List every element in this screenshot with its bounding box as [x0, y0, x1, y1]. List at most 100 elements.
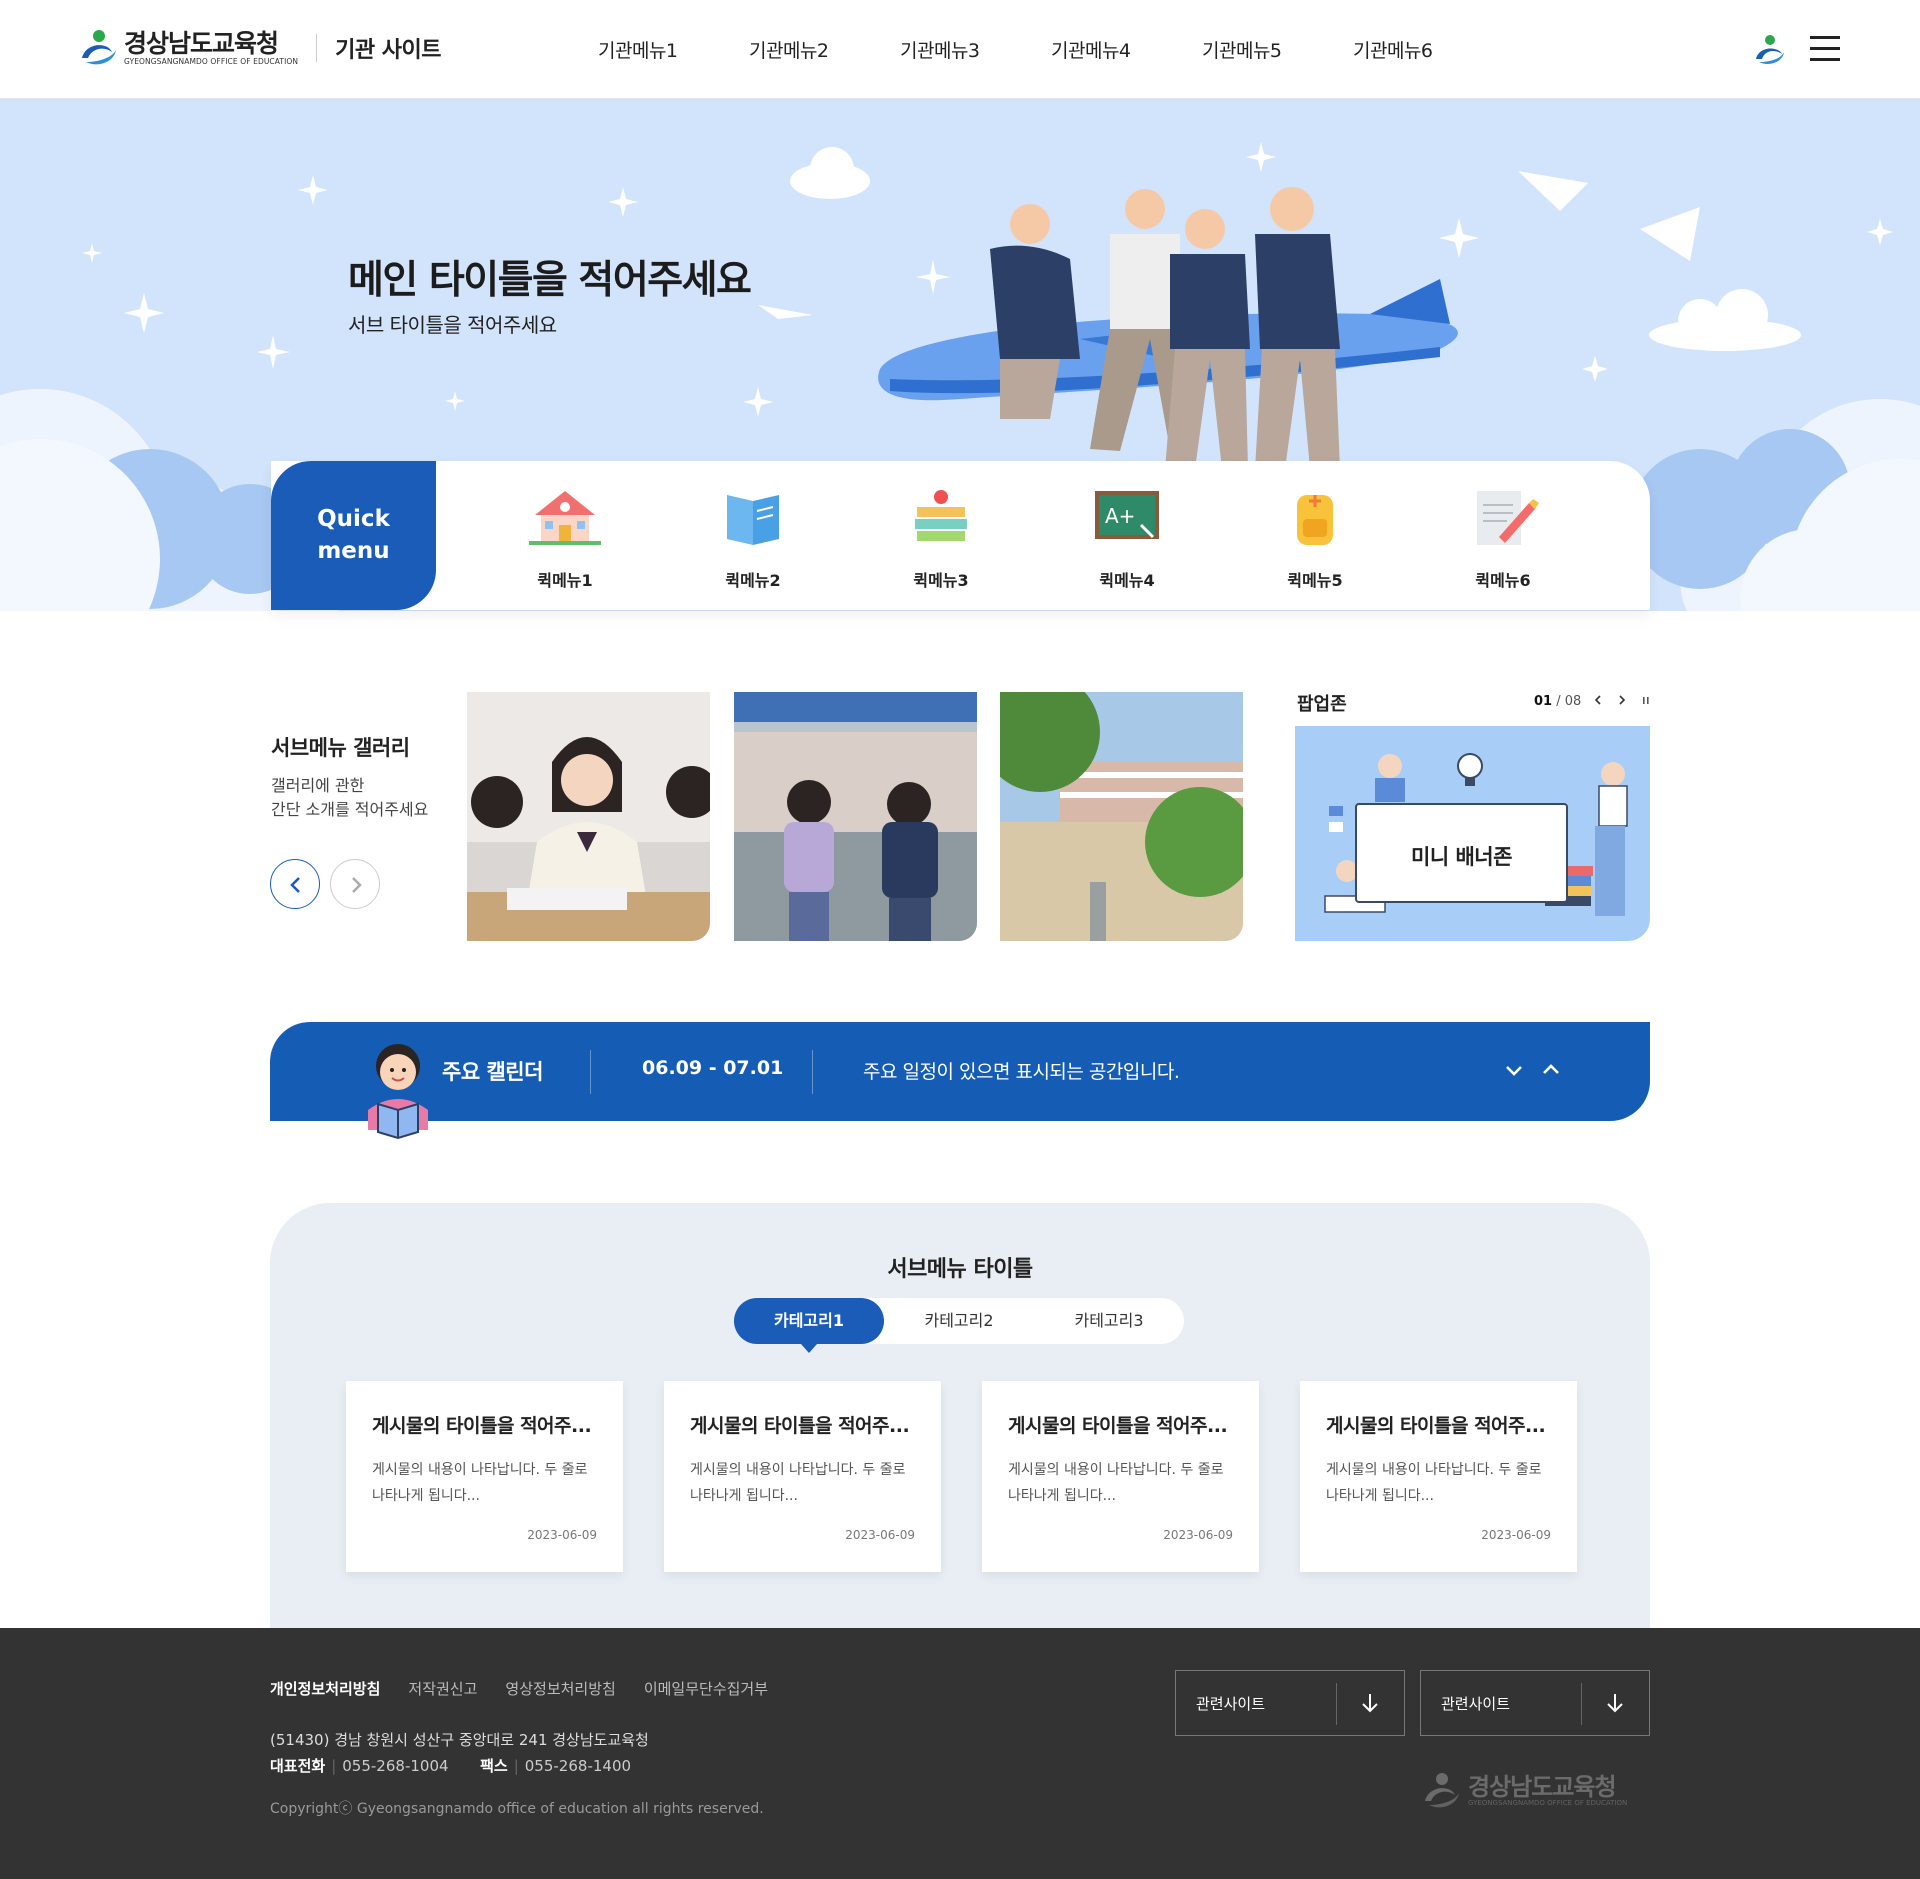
gallery-photo-3[interactable] [1000, 692, 1243, 941]
site-header: 경상남도교육청 GYEONGSANGNAMDO OFFICE OF EDUCAT… [0, 0, 1920, 99]
logo-emblem-icon [1425, 1773, 1459, 1808]
post-body-line1: 게시물의 내용이 나타납니다. 두 줄로 [690, 1462, 906, 1478]
post-body-line1: 게시물의 내용이 나타납니다. 두 줄로 [372, 1462, 588, 1478]
quick-item-1[interactable]: 퀵메뉴1 [505, 481, 625, 591]
popup-prev-button[interactable] [1591, 693, 1605, 711]
arrow-down-icon [1362, 1694, 1378, 1713]
book-icon [727, 495, 779, 545]
calendar-down-button[interactable] [1502, 1058, 1526, 1082]
hero-subtitle: 서브 타이틀을 적어주세요 [348, 313, 557, 337]
site-logo[interactable]: 경상남도교육청 GYEONGSANGNAMDO OFFICE OF EDUCAT… [78, 28, 441, 68]
fax-label: 팩스 [480, 1757, 508, 1775]
gallery-next-button[interactable] [330, 859, 380, 909]
backpack-icon [1297, 495, 1333, 545]
gallery-prev-button[interactable] [270, 859, 320, 909]
reading-student-icon [368, 1044, 428, 1140]
chevron-right-icon [352, 877, 362, 893]
nav-item-6[interactable]: 기관메뉴6 [1353, 36, 1504, 63]
tab-category-1[interactable]: 카테고리1 [734, 1298, 884, 1353]
related-site-label: 관련사이트 [1196, 1695, 1266, 1713]
related-site-select-2[interactable]: 관련사이트 [1420, 1670, 1650, 1736]
logo-text: 경상남도교육청 [124, 28, 279, 58]
post-body-line1: 게시물의 내용이 나타납니다. 두 줄로 [1008, 1462, 1224, 1478]
footer-copyright: Copyrightⓒ Gyeongsangnamdo office of edu… [270, 1801, 764, 1817]
footer-logo-subtext: GYEONGSANGNAMDO OFFICE OF EDUCATION [1468, 1799, 1628, 1807]
mini-banner-board: 미니 배너존 [1355, 803, 1568, 903]
gallery-photo-2[interactable] [734, 692, 977, 941]
gallery-photo-1[interactable] [467, 692, 710, 941]
footer-logo-text: 경상남도교육청 [1468, 1773, 1617, 1801]
post-body: 게시물의 내용이 나타납니다. 두 줄로 나타나게 됩니다... [1326, 1457, 1561, 1509]
post-card[interactable]: 게시물의 타이틀을 적어주... 게시물의 내용이 나타납니다. 두 줄로 나타… [1300, 1381, 1577, 1572]
calendar-divider [812, 1050, 813, 1094]
popup-current: 01 [1534, 694, 1553, 709]
quick-item-label: 퀵메뉴6 [1475, 571, 1531, 590]
board-title: 서브메뉴 타이틀 [887, 1257, 1033, 1282]
quick-menu: Quick menu 퀵메뉴1 퀵메뉴2 퀵메뉴3 A+ 퀵메뉴4 퀵메뉴5 퀵… [271, 461, 1650, 610]
quick-item-3[interactable]: 퀵메뉴3 [881, 481, 1001, 591]
popup-next-button[interactable] [1615, 693, 1629, 711]
nav-item-3[interactable]: 기관메뉴3 [900, 36, 1051, 63]
calendar-bar: 주요 캘린더 06.09 - 07.01 주요 일정이 있으면 표시되는 공간입… [270, 1022, 1650, 1140]
post-body: 게시물의 내용이 나타납니다. 두 줄로 나타나게 됩니다... [690, 1457, 925, 1509]
gallery-desc-line1: 갤러리에 관한 [271, 776, 365, 795]
quick-item-label: 퀵메뉴4 [1099, 571, 1155, 590]
popup-total: / 08 [1556, 694, 1582, 709]
nav-item-5[interactable]: 기관메뉴5 [1202, 36, 1353, 63]
post-body: 게시물의 내용이 나타납니다. 두 줄로 나타나게 됩니다... [1008, 1457, 1243, 1509]
chevron-left-icon [290, 877, 300, 893]
post-title: 게시물의 타이틀을 적어주... [372, 1415, 592, 1437]
tab-category-3[interactable]: 카테고리3 [1034, 1298, 1184, 1344]
chevron-up-icon [1543, 1064, 1559, 1074]
nav-item-2[interactable]: 기관메뉴2 [749, 36, 900, 63]
nav-item-1[interactable]: 기관메뉴1 [598, 36, 749, 63]
popup-counter: 01 / 08 [1534, 694, 1581, 709]
calendar-date-range: 06.09 - 07.01 [642, 1057, 784, 1079]
post-title: 게시물의 타이틀을 적어주... [690, 1415, 910, 1437]
tab-category-2[interactable]: 카테고리2 [884, 1298, 1034, 1344]
gallery-description: 갤러리에 관한 간단 소개를 적어주세요 [271, 774, 451, 822]
quick-item-label: 퀵메뉴5 [1287, 571, 1343, 590]
footer-links: 개인정보처리방침 저작권신고 영상정보처리방침 이메일무단수집거부 [270, 1678, 768, 1699]
post-title: 게시물의 타이틀을 적어주... [1326, 1415, 1546, 1437]
post-date: 2023-06-09 [845, 1528, 915, 1542]
post-date: 2023-06-09 [1481, 1528, 1551, 1542]
quick-item-label: 퀵메뉴1 [537, 571, 593, 590]
post-card[interactable]: 게시물의 타이틀을 적어주... 게시물의 내용이 나타납니다. 두 줄로 나타… [664, 1381, 941, 1572]
svg-text:A+: A+ [1105, 504, 1135, 528]
post-title: 게시물의 타이틀을 적어주... [1008, 1415, 1228, 1437]
quick-label-line1: Quick [317, 506, 390, 532]
site-name: 기관 사이트 [335, 38, 441, 63]
calendar-up-button[interactable] [1539, 1058, 1563, 1082]
main-nav: 기관메뉴1 기관메뉴2 기관메뉴3 기관메뉴4 기관메뉴5 기관메뉴6 [598, 36, 1504, 63]
post-card[interactable]: 게시물의 타이틀을 적어주... 게시물의 내용이 나타납니다. 두 줄로 나타… [982, 1381, 1259, 1572]
footer-logo: 경상남도교육청 GYEONGSANGNAMDO OFFICE OF EDUCAT… [1420, 1771, 1627, 1811]
quick-label-line2: menu [317, 538, 390, 564]
students-studying-photo [467, 692, 710, 941]
tel-label: 대표전화 [270, 1757, 326, 1775]
post-card[interactable]: 게시물의 타이틀을 적어주... 게시물의 내용이 나타납니다. 두 줄로 나타… [346, 1381, 623, 1572]
quick-menu-label: Quick menu [271, 461, 436, 610]
popup-zone-title: 팝업존 [1297, 694, 1347, 715]
popup-pause-button[interactable] [1639, 693, 1653, 711]
quick-item-5[interactable]: 퀵메뉴5 [1255, 481, 1375, 591]
post-body-line1: 게시물의 내용이 나타납니다. 두 줄로 [1326, 1462, 1542, 1478]
books-apple-icon [915, 490, 967, 541]
footer-link-cctv[interactable]: 영상정보처리방침 [505, 1678, 615, 1699]
popup-banner[interactable]: 미니 배너존 [1295, 726, 1650, 941]
quick-item-4[interactable]: A+ 퀵메뉴4 [1067, 481, 1187, 591]
related-site-label: 관련사이트 [1441, 1695, 1511, 1713]
nav-item-4[interactable]: 기관메뉴4 [1051, 36, 1202, 63]
related-site-select-1[interactable]: 관련사이트 [1175, 1670, 1405, 1736]
quick-item-2[interactable]: 퀵메뉴2 [693, 481, 813, 591]
menu-hamburger-icon[interactable] [1810, 36, 1840, 62]
quick-item-6[interactable]: 퀵메뉴6 [1443, 481, 1563, 591]
fax-number: 055-268-1400 [524, 1757, 632, 1775]
emblem-icon[interactable] [1753, 33, 1787, 67]
post-body-line2: 나타나게 됩니다... [690, 1488, 798, 1504]
footer-link-copyright[interactable]: 저작권신고 [408, 1678, 477, 1699]
hero-title: 메인 타이틀을 적어주세요 [348, 258, 752, 303]
footer-link-privacy[interactable]: 개인정보처리방침 [270, 1678, 380, 1699]
footer-link-email[interactable]: 이메일무단수집거부 [644, 1678, 768, 1699]
gallery-title: 서브메뉴 갤러리 [271, 736, 410, 760]
